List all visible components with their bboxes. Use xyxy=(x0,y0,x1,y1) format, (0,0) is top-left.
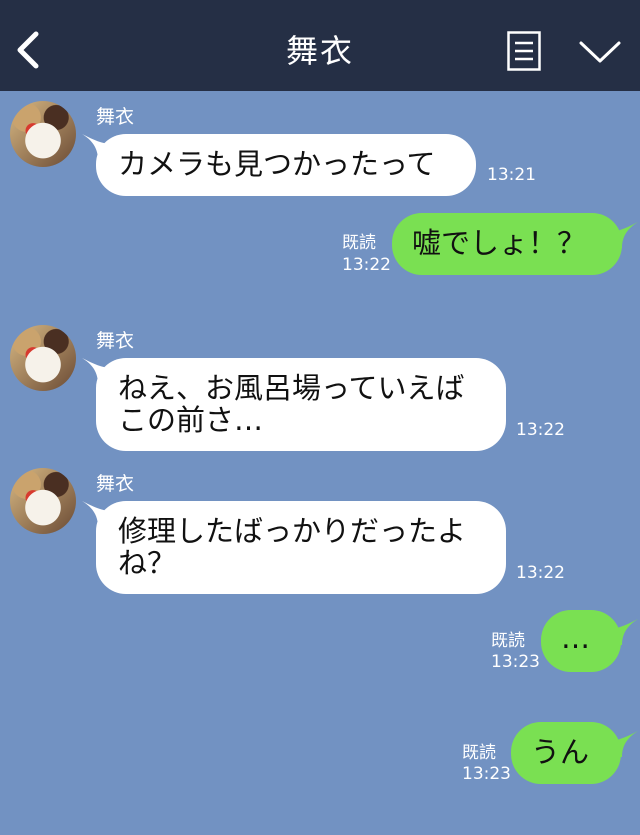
chat-title: 舞衣 xyxy=(285,32,354,70)
message-time: 13:23 xyxy=(462,764,511,784)
message-bubble[interactable]: 嘘でしょ！？ xyxy=(392,213,622,275)
avatar[interactable] xyxy=(10,101,76,167)
sender-name: 舞衣 xyxy=(96,330,135,352)
message-bubble[interactable]: カメラも見つかったって xyxy=(96,134,476,196)
avatar[interactable] xyxy=(10,468,76,534)
message-time: 13:23 xyxy=(491,652,540,672)
chevron-down-icon[interactable] xyxy=(578,38,622,66)
sender-name: 舞衣 xyxy=(96,106,135,128)
bubble-tail xyxy=(608,222,638,248)
bubble-tail xyxy=(608,731,638,757)
menu-icon[interactable] xyxy=(507,31,541,71)
message-bubble[interactable]: ねえ、お風呂場っていえば この前さ… xyxy=(96,358,506,451)
message-time: 13:22 xyxy=(516,420,565,440)
message-time: 13:22 xyxy=(516,563,565,583)
message-bubble[interactable]: うん xyxy=(511,722,621,784)
chat-header: 舞衣 xyxy=(0,0,640,91)
message-bubble[interactable]: 修理したばっかりだったよ ね？ xyxy=(96,501,506,594)
message-time: 13:22 xyxy=(342,255,391,275)
read-receipt: 既読 xyxy=(342,233,376,253)
read-receipt: 既読 xyxy=(491,631,525,651)
avatar[interactable] xyxy=(10,325,76,391)
read-receipt: 既読 xyxy=(462,743,496,763)
message-time: 13:21 xyxy=(487,165,536,185)
bubble-tail xyxy=(608,619,638,645)
sender-name: 舞衣 xyxy=(96,473,135,495)
